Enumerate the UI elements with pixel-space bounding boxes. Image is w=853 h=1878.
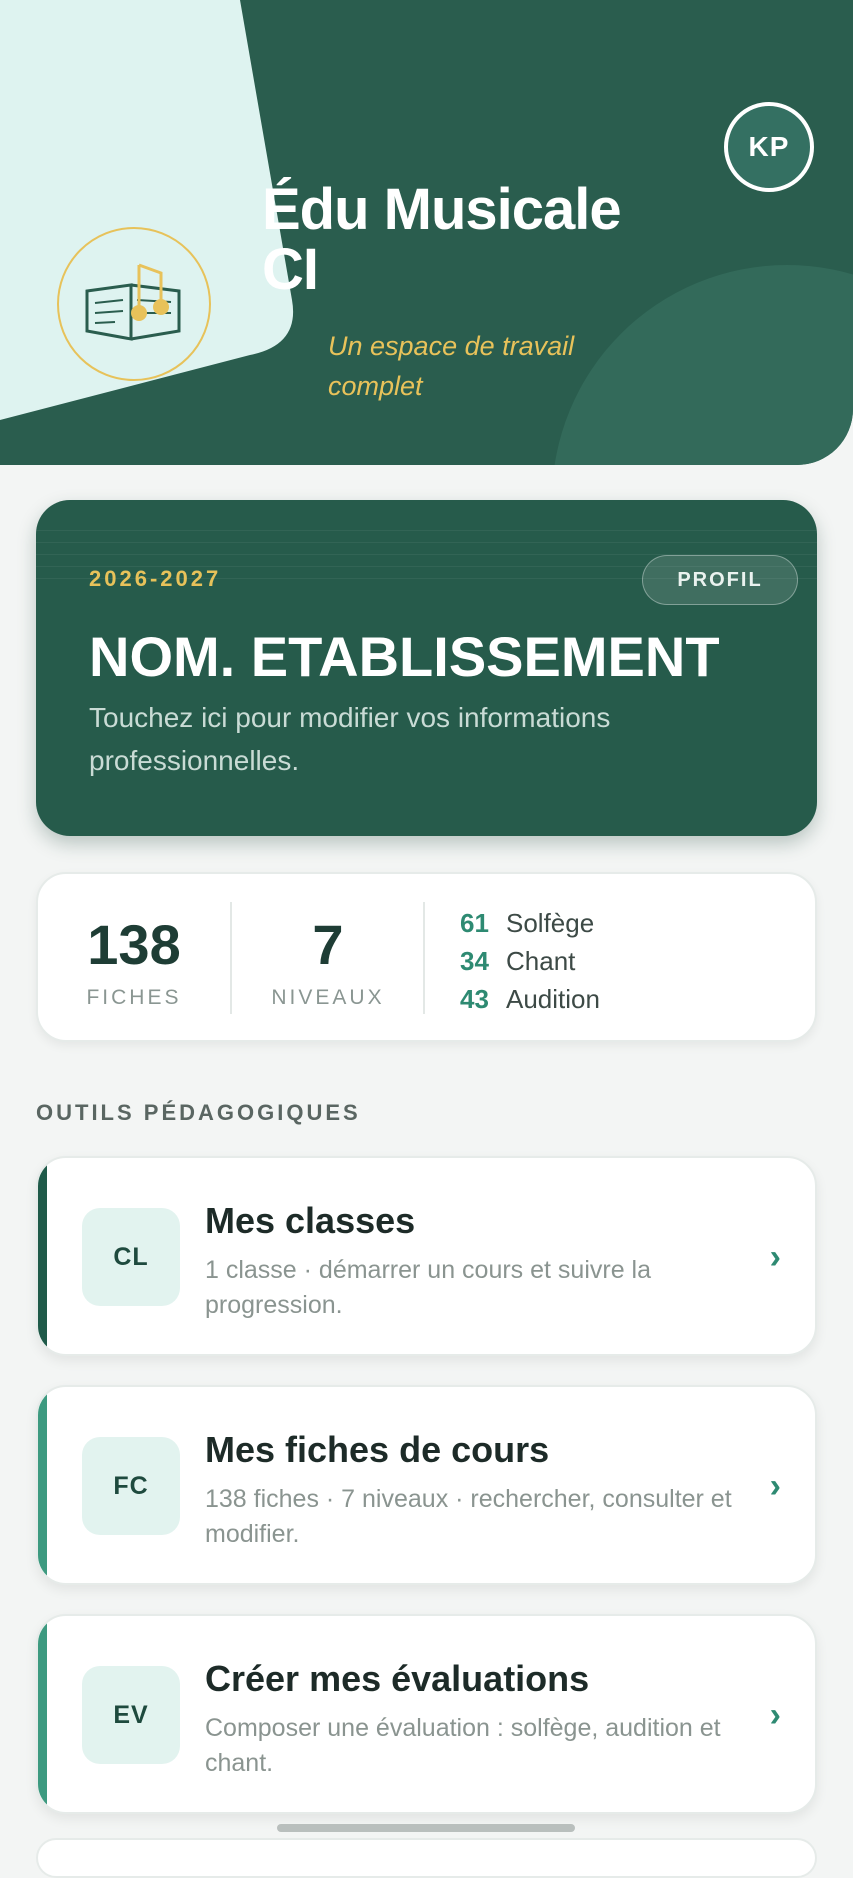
- tool-title: Créer mes évaluations: [205, 1658, 590, 1699]
- stat-niveaux-value: 7: [312, 913, 344, 976]
- home-indicator[interactable]: [277, 1824, 575, 1832]
- stat-fiches-value: 138: [87, 913, 181, 976]
- tool-title: Mes fiches de cours: [205, 1429, 550, 1470]
- category-row: 43 Audition: [460, 980, 600, 1018]
- card-accent-bar: [38, 1387, 47, 1583]
- stat-fiches-label: FICHES: [86, 986, 182, 1009]
- tool-title: Mes classes: [205, 1200, 416, 1241]
- category-count: 34: [460, 945, 489, 976]
- card-accent-bar: [38, 1616, 47, 1812]
- school-profile-card[interactable]: 2026-2027 PROFIL NOM. ETABLISSEMENT Touc…: [36, 500, 817, 836]
- lesson-sheets-icon: FC: [82, 1437, 180, 1535]
- stat-niveaux-label: NIVEAUX: [271, 986, 385, 1009]
- category-breakdown: 61 Solfège 34 Chant 43 Audition: [460, 904, 600, 1018]
- school-edit-hint: Touchez ici pour modifier vos informatio…: [89, 702, 611, 776]
- category-count: 61: [460, 907, 489, 938]
- category-name: Solfège: [506, 907, 595, 938]
- app-title: Édu Musicale CI: [262, 177, 622, 302]
- stat-niveaux: 7 NIVEAUX: [232, 914, 424, 1010]
- category-count: 43: [460, 983, 489, 1014]
- card-accent-bar: [38, 1158, 47, 1354]
- evaluations-icon: EV: [82, 1666, 180, 1764]
- next-tool-card-peek: [36, 1838, 817, 1878]
- chevron-right-icon: ›: [769, 1696, 781, 1734]
- tool-description: Composer une évaluation : solfège, audit…: [205, 1714, 721, 1777]
- stats-card: 138 FICHES 7 NIVEAUX 61 Solfège 34 Chant…: [36, 872, 817, 1042]
- stat-divider: [423, 902, 425, 1014]
- profile-button[interactable]: PROFIL: [642, 555, 798, 605]
- app-logo: [57, 227, 211, 381]
- section-title: OUTILS PÉDAGOGIQUES: [36, 1100, 361, 1125]
- tool-card-lesson-sheets[interactable]: FC Mes fiches de cours 138 fiches · 7 ni…: [36, 1385, 817, 1585]
- chevron-right-icon: ›: [769, 1467, 781, 1505]
- category-name: Audition: [506, 983, 600, 1014]
- stat-fiches: 138 FICHES: [38, 914, 230, 1010]
- category-name: Chant: [506, 945, 576, 976]
- classes-icon: CL: [82, 1208, 180, 1306]
- school-year: 2026-2027: [89, 566, 222, 591]
- avatar[interactable]: KP: [724, 102, 814, 192]
- chevron-right-icon: ›: [769, 1238, 781, 1276]
- tool-description: 1 classe · démarrer un cours et suivre l…: [205, 1256, 652, 1319]
- book-music-note-icon: [85, 263, 181, 341]
- app-subtitle: Un espace de travail complet: [328, 331, 575, 401]
- category-row: 34 Chant: [460, 942, 600, 980]
- header-hero: Édu Musicale CI Un espace de travail com…: [0, 0, 853, 465]
- tool-description: 138 fiches · 7 niveaux · rechercher, con…: [205, 1485, 732, 1548]
- school-name: NOM. ETABLISSEMENT: [89, 625, 720, 688]
- tool-card-classes[interactable]: CL Mes classes 1 classe · démarrer un co…: [36, 1156, 817, 1356]
- category-row: 61 Solfège: [460, 904, 600, 942]
- tool-card-evaluations[interactable]: EV Créer mes évaluations Composer une év…: [36, 1614, 817, 1814]
